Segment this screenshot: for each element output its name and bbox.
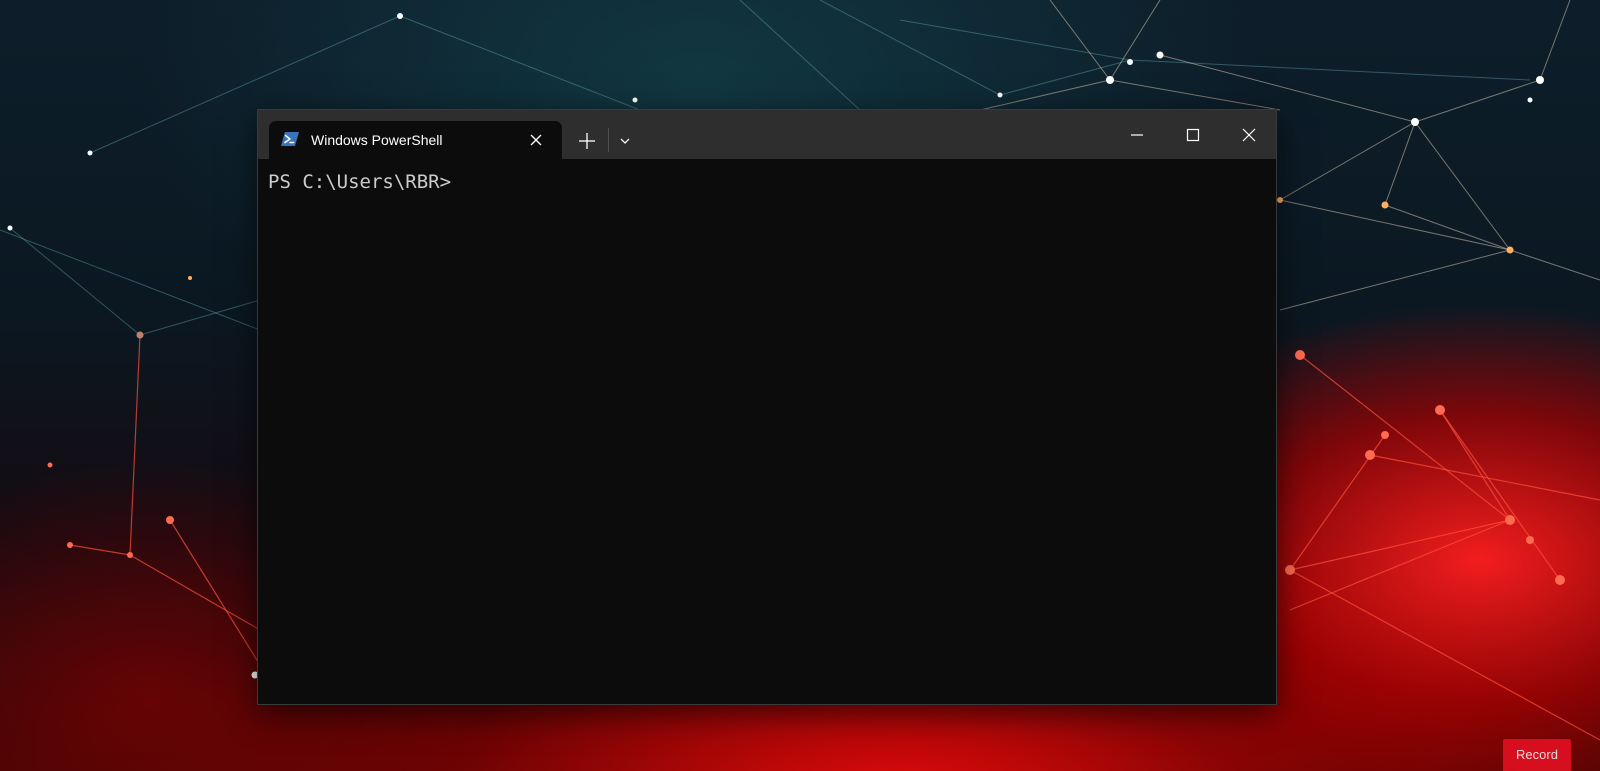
tab-close-icon[interactable] [528,132,544,148]
terminal-window: Windows PowerShell PS C:\Users\RBR> [257,109,1277,705]
minimize-button[interactable] [1114,120,1160,150]
powershell-icon [281,132,299,146]
console-output[interactable]: PS C:\Users\RBR> [258,159,1276,704]
minimize-icon [1131,134,1143,136]
tab-divider [608,128,609,152]
title-bar[interactable]: Windows PowerShell [258,110,1276,159]
plus-icon[interactable] [576,130,598,152]
maximize-button[interactable] [1170,120,1216,150]
tab-title: Windows PowerShell [311,132,443,148]
maximize-icon [1186,128,1200,142]
close-button[interactable] [1226,120,1272,150]
tab-windows-powershell[interactable]: Windows PowerShell [269,121,562,159]
command-prompt: PS C:\Users\RBR> [268,171,452,193]
close-icon [1242,128,1256,142]
record-button[interactable]: Record [1503,739,1571,771]
chevron-down-icon[interactable] [616,132,634,150]
